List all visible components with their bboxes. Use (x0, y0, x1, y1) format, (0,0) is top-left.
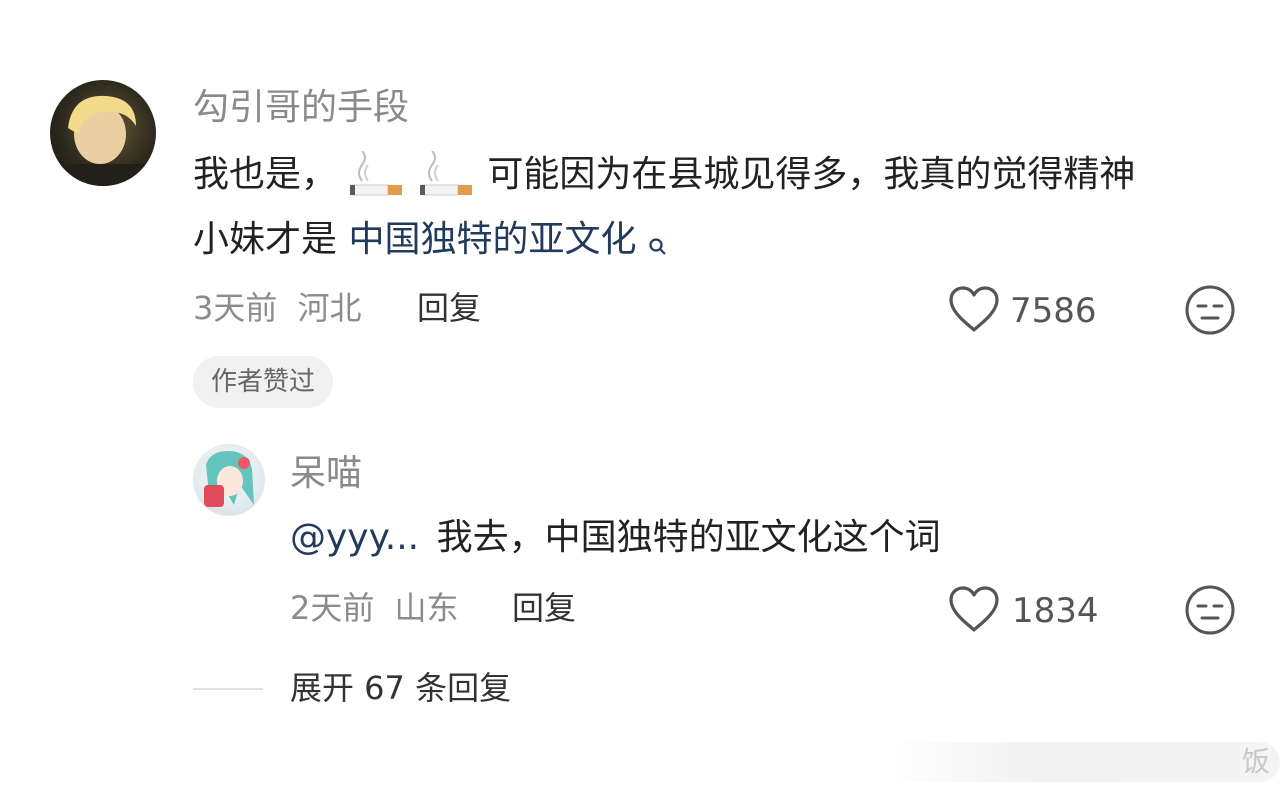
reply-text: @yyy... 我去，中国独特的亚文化这个词 (290, 508, 941, 568)
dislike-face-icon[interactable] (1184, 284, 1236, 336)
expand-replies-button[interactable]: 展开 67 条回复 (290, 668, 511, 708)
cigarette-icon (348, 150, 406, 201)
comment-text-line-2: 小妹才是 中国独特的亚文化 (193, 210, 668, 270)
search-link[interactable]: 中国独特的亚文化 (348, 219, 667, 260)
comment-text-line-1: 我也是， 可能因为在县城见得多，我真的觉得精神 (193, 145, 1135, 205)
like-icon[interactable] (947, 585, 1001, 635)
watermark: 饭 (880, 742, 1280, 782)
reply-text-body: 我去，中国独特的亚文化这个词 (436, 517, 941, 558)
reply-like-count: 1834 (1012, 591, 1099, 631)
reply-location: 山东 (394, 589, 459, 627)
search-link-text[interactable]: 中国独特的亚文化 (348, 219, 636, 260)
cigarette-icon (418, 150, 476, 201)
dislike-face-icon[interactable] (1184, 584, 1236, 636)
author-liked-badge: 作者赞过 (193, 356, 334, 408)
comment-text-part: 小妹才是 (193, 219, 338, 260)
watermark-text: 饭 (1241, 745, 1270, 778)
like-count: 7586 (1010, 291, 1097, 331)
comment-location: 河北 (297, 289, 362, 327)
comment-text-part: 我也是， (193, 154, 338, 195)
comment-text-part: 可能因为在县城见得多，我真的觉得精神 (487, 154, 1136, 195)
reply-avatar[interactable] (193, 444, 265, 516)
reply-mention[interactable]: @yyy... (290, 517, 419, 558)
reply-time: 2天前 (290, 589, 375, 627)
comment-meta: 3天前 河北 (193, 288, 362, 328)
reply-button[interactable]: 回复 (417, 288, 481, 328)
like-icon[interactable] (947, 285, 1001, 335)
search-icon[interactable] (648, 216, 668, 255)
reply-reply-button[interactable]: 回复 (512, 588, 576, 628)
comment-time: 3天前 (193, 289, 278, 327)
comment-username[interactable]: 勾引哥的手段 (193, 88, 409, 128)
reply-username[interactable]: 呆喵 (290, 454, 362, 494)
expand-divider (193, 688, 263, 690)
reply-meta: 2天前 山东 (290, 588, 459, 628)
avatar[interactable] (50, 80, 156, 186)
